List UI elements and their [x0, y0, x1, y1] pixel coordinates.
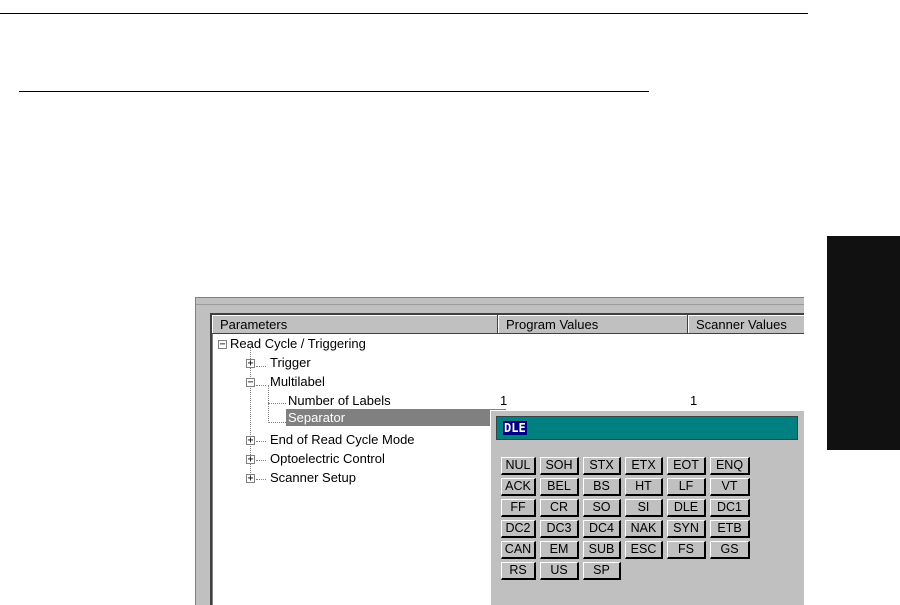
- key-si[interactable]: SI: [625, 499, 663, 517]
- key-us[interactable]: US: [540, 562, 579, 580]
- key-can[interactable]: CAN: [501, 541, 536, 559]
- parameters-window: Parameters Program Values Scanner Values…: [195, 297, 804, 605]
- program-value-number-of-labels[interactable]: 1: [500, 392, 507, 409]
- key-ht[interactable]: HT: [625, 478, 663, 496]
- key-esc[interactable]: ESC: [625, 541, 663, 559]
- tree-item-multilabel[interactable]: Multilabel: [270, 373, 325, 390]
- key-dc2[interactable]: DC2: [501, 520, 536, 538]
- tree-line: [256, 460, 266, 461]
- column-header-scanner-values[interactable]: Scanner Values: [688, 315, 804, 334]
- key-etx[interactable]: ETX: [625, 457, 663, 475]
- column-header-parameters[interactable]: Parameters: [212, 315, 498, 334]
- key-dle[interactable]: DLE: [667, 499, 706, 517]
- parameters-tree-panel: Parameters Program Values Scanner Values…: [210, 313, 804, 605]
- key-stx[interactable]: STX: [583, 457, 621, 475]
- key-nul[interactable]: NUL: [501, 457, 536, 475]
- collapse-toggle-icon[interactable]: −: [218, 340, 227, 350]
- tree-line: [256, 441, 266, 442]
- key-sp[interactable]: SP: [583, 562, 621, 580]
- key-bs[interactable]: BS: [583, 478, 621, 496]
- key-dc4[interactable]: DC4: [583, 520, 621, 538]
- collapse-toggle-icon[interactable]: −: [246, 378, 255, 388]
- separator-value-field[interactable]: DLE: [496, 416, 798, 440]
- tree-line: [268, 422, 286, 423]
- key-enq[interactable]: ENQ: [710, 457, 750, 475]
- tree-line: [268, 403, 286, 404]
- key-gs[interactable]: GS: [710, 541, 750, 559]
- key-sub[interactable]: SUB: [583, 541, 621, 559]
- tree-item-end-of-read-cycle-mode[interactable]: End of Read Cycle Mode: [270, 431, 415, 448]
- tree-item-read-cycle-triggering[interactable]: Read Cycle / Triggering: [230, 335, 366, 352]
- key-rs[interactable]: RS: [501, 562, 536, 580]
- separator-character-picker: DLE NUL SOH STX ETX EOT ENQ ACK BEL BS H…: [490, 410, 804, 605]
- chapter-tab: [827, 236, 900, 450]
- key-fs[interactable]: FS: [667, 541, 706, 559]
- tree-line: [256, 366, 266, 367]
- key-so[interactable]: SO: [583, 499, 621, 517]
- tree-item-optoelectric-control[interactable]: Optoelectric Control: [270, 450, 385, 467]
- key-etb[interactable]: ETB: [710, 520, 750, 538]
- key-cr[interactable]: CR: [540, 499, 579, 517]
- tree-item-number-of-labels[interactable]: Number of Labels: [288, 392, 391, 409]
- expand-toggle-icon[interactable]: +: [246, 474, 255, 484]
- expand-toggle-icon[interactable]: +: [246, 455, 255, 465]
- key-ff[interactable]: FF: [501, 499, 536, 517]
- key-dc1[interactable]: DC1: [710, 499, 750, 517]
- section-rule: [19, 91, 649, 92]
- key-em[interactable]: EM: [540, 541, 579, 559]
- key-dc3[interactable]: DC3: [540, 520, 579, 538]
- expand-toggle-icon[interactable]: +: [246, 436, 255, 446]
- tree-item-separator[interactable]: Separator: [288, 409, 345, 426]
- key-ack[interactable]: ACK: [501, 478, 536, 496]
- top-rule: [0, 13, 808, 14]
- tree-item-trigger[interactable]: Trigger: [270, 354, 311, 371]
- scanner-value-number-of-labels: 1: [690, 393, 698, 408]
- key-syn[interactable]: SYN: [667, 520, 706, 538]
- key-bel[interactable]: BEL: [540, 478, 579, 496]
- expand-toggle-icon[interactable]: +: [246, 359, 255, 369]
- key-lf[interactable]: LF: [667, 478, 706, 496]
- column-header-program-values[interactable]: Program Values: [498, 315, 688, 334]
- window-top-strip: [196, 298, 804, 305]
- key-vt[interactable]: VT: [710, 478, 750, 496]
- separator-value-text: DLE: [503, 421, 527, 435]
- key-eot[interactable]: EOT: [667, 457, 706, 475]
- tree-line: [256, 479, 266, 480]
- key-soh[interactable]: SOH: [540, 457, 579, 475]
- tree-item-scanner-setup[interactable]: Scanner Setup: [270, 469, 356, 486]
- key-nak[interactable]: NAK: [625, 520, 663, 538]
- tree-line: [256, 385, 266, 386]
